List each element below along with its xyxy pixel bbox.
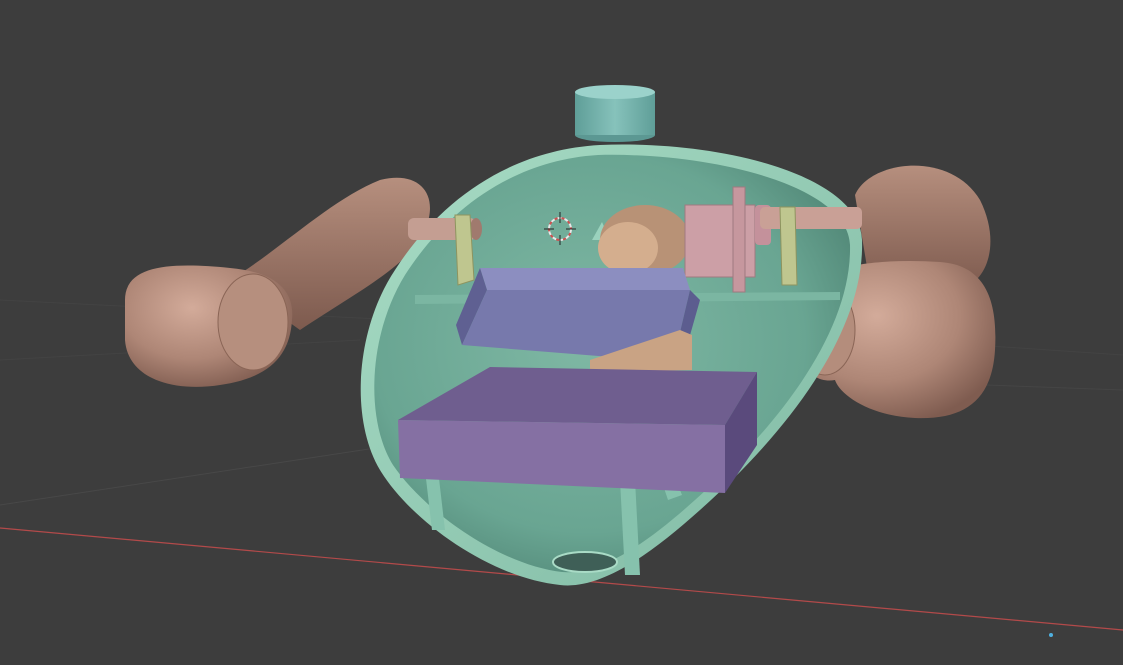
bottom-hole — [552, 551, 618, 573]
light-dot-icon[interactable] — [1049, 633, 1053, 637]
right-bracket — [779, 206, 798, 286]
viewport-canvas[interactable] — [0, 0, 1123, 665]
top-cap[interactable] — [575, 85, 655, 142]
3d-viewport[interactable] — [0, 0, 1123, 665]
